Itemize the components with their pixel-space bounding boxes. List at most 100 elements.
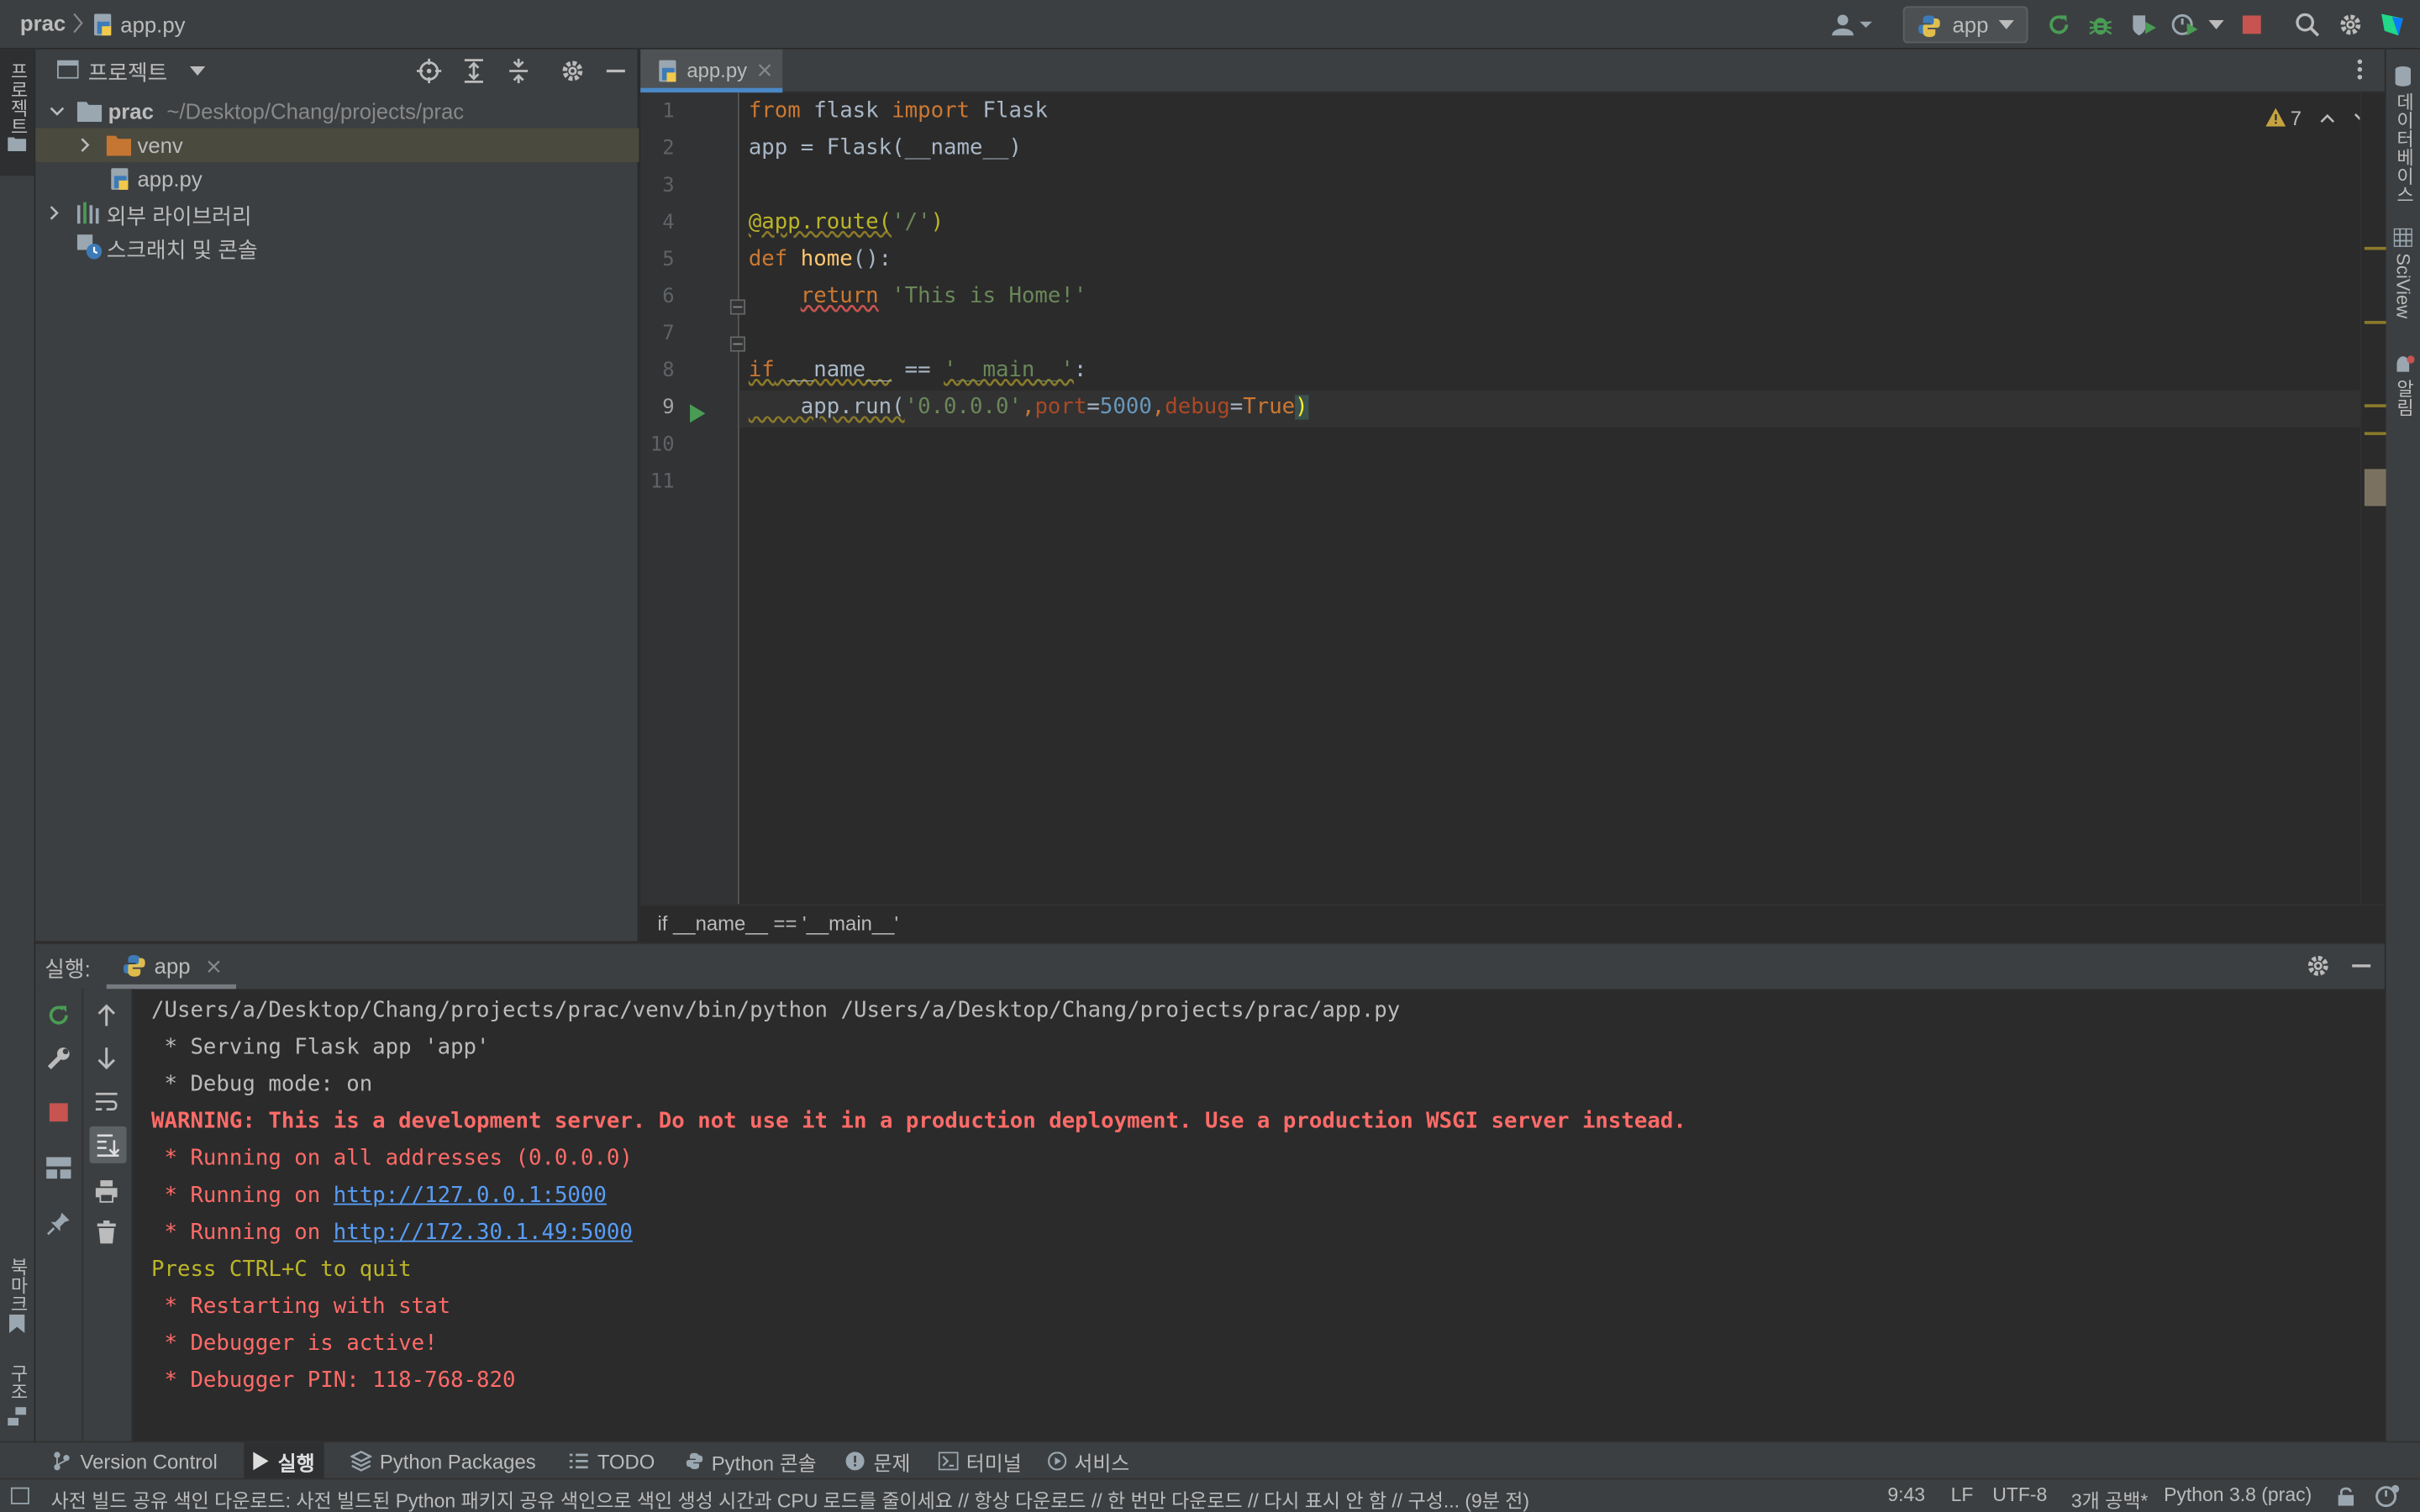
edit-config-wrench-icon[interactable] <box>46 1046 71 1070</box>
stop-icon[interactable] <box>2236 9 2267 40</box>
more-run-options-chevron-icon[interactable] <box>2204 9 2228 40</box>
debug-icon[interactable] <box>2085 9 2116 40</box>
warning-marker[interactable] <box>2364 432 2386 435</box>
toolbox-logo-icon[interactable] <box>2377 9 2408 40</box>
caret-position[interactable]: 9:43 <box>1887 1484 1925 1506</box>
clear-trash-icon[interactable] <box>96 1220 118 1245</box>
breadcrumb-chevron-icon <box>72 13 85 34</box>
console-warning-line: WARNING: This is a development server. D… <box>151 1109 1686 1135</box>
indent-setting[interactable]: 3개 공백* <box>2071 1484 2148 1512</box>
view-mode-chevron-icon[interactable] <box>189 66 206 76</box>
status-bar: 사전 빌드 공유 색인 다운로드: 사전 빌드된 Python 패키지 공유 색… <box>0 1478 2420 1512</box>
down-arrow-icon[interactable] <box>96 1046 118 1070</box>
services-play-icon <box>1048 1452 1067 1471</box>
structure-tab-button[interactable]: 구조 <box>0 1357 34 1435</box>
console-output[interactable]: /Users/a/Desktop/Chang/projects/prac/ven… <box>133 989 2385 1442</box>
stop-icon[interactable] <box>49 1103 68 1122</box>
coverage-icon[interactable] <box>2128 9 2160 40</box>
rerun-icon[interactable] <box>46 1003 71 1027</box>
run-panel-settings-gear-icon[interactable] <box>2306 953 2330 978</box>
close-run-tab-icon[interactable] <box>207 959 221 974</box>
inspection-widget[interactable]: 7 <box>2265 103 2369 131</box>
database-tab-button[interactable]: 데이터베이스 <box>2386 59 2420 213</box>
warning-marker[interactable] <box>2364 404 2386 407</box>
expand-all-icon[interactable] <box>461 59 486 83</box>
expanded-chevron-icon[interactable] <box>50 107 65 118</box>
database-tab-label: 데이터베이스 <box>2393 92 2416 204</box>
profile-icon[interactable] <box>2170 9 2201 40</box>
breadcrumb-file[interactable]: app.py <box>120 13 185 37</box>
editor-tab-label: app.py <box>687 58 748 82</box>
warning-marker[interactable] <box>2364 321 2386 324</box>
project-panel-title[interactable]: 프로젝트 <box>88 57 168 88</box>
pin-icon[interactable] <box>46 1211 71 1236</box>
memory-indicator-icon[interactable] <box>2375 1484 2400 1508</box>
tree-item-project-root[interactable]: prac ~/Desktop/Chang/projects/prac <box>35 94 639 128</box>
sciview-tab-button[interactable]: SciView <box>2386 225 2420 333</box>
collapsed-chevron-icon[interactable] <box>81 137 92 152</box>
search-icon[interactable] <box>2292 9 2323 40</box>
tool-window-problems[interactable]: 문제 <box>845 1442 911 1479</box>
file-encoding[interactable]: UTF-8 <box>1992 1484 2047 1506</box>
previous-highlight-icon[interactable] <box>2320 112 2335 123</box>
tool-window-python-packages[interactable]: Python Packages <box>350 1442 536 1479</box>
code-line-8: if __name__ == '__main__': <box>748 358 1087 383</box>
locate-file-icon[interactable] <box>416 58 442 84</box>
panel-options-gear-icon[interactable] <box>560 59 585 83</box>
editor-tab-app-py[interactable]: app.py <box>640 49 783 93</box>
notifications-tab-button[interactable]: 알림 <box>2386 352 2420 429</box>
collapsed-chevron-icon[interactable] <box>50 205 60 220</box>
tree-item-label: 외부 라이브러리 <box>106 203 252 228</box>
tool-window-todo[interactable]: TODO <box>569 1442 655 1479</box>
rerun-icon[interactable] <box>2044 9 2075 40</box>
local-url-link[interactable]: http://127.0.0.1:5000 <box>334 1184 607 1208</box>
scroll-thumb[interactable] <box>2364 469 2386 507</box>
lock-icon[interactable] <box>2337 1486 2355 1506</box>
project-tab-button[interactable]: 프로젝트 <box>0 49 34 176</box>
line-separator[interactable]: LF <box>1951 1484 1974 1506</box>
python-interpreter[interactable]: Python 3.8 (prac) <box>2164 1484 2312 1506</box>
tool-window-version-control[interactable]: Version Control <box>52 1442 218 1479</box>
warnings-count: 7 <box>2290 105 2302 129</box>
console-line: /Users/a/Desktop/Chang/projects/prac/ven… <box>151 998 1401 1023</box>
toggle-tool-windows-icon[interactable] <box>10 1487 29 1504</box>
tree-item-app-py[interactable]: app.py <box>35 162 639 196</box>
layout-icon[interactable] <box>46 1157 71 1179</box>
account-icon[interactable] <box>1830 9 1873 40</box>
tool-windows-bar: Version Control 실행 Python Packages TODO … <box>0 1441 2420 1480</box>
run-config-name: app <box>1952 12 1989 38</box>
settings-gear-icon[interactable] <box>2335 9 2366 40</box>
warning-marker[interactable] <box>2364 246 2386 250</box>
bookmarks-tab-button[interactable]: 북마크 <box>0 1245 34 1337</box>
tool-window-terminal[interactable]: 터미널 <box>938 1442 1022 1479</box>
scroll-to-end-icon <box>96 1132 120 1158</box>
code-breadcrumb[interactable]: if __name__ == '__main__' <box>640 904 2385 942</box>
soft-wrap-icon[interactable] <box>94 1091 118 1113</box>
breadcrumb-project[interactable]: prac <box>20 11 66 35</box>
status-message[interactable]: 사전 빌드 공유 색인 다운로드: 사전 빌드된 Python 패키지 공유 색… <box>51 1484 1529 1512</box>
tool-window-python-console[interactable]: Python 콘솔 <box>686 1442 817 1479</box>
code-line-9: app.run('0.0.0.0',port=5000,debug=True) <box>748 395 1308 420</box>
hide-panel-icon[interactable] <box>605 59 627 83</box>
tool-window-run[interactable]: 실행 <box>244 1442 324 1480</box>
editor-tab-bar: app.py <box>640 49 2385 93</box>
code-area[interactable]: from flask import Flask app = Flask(__na… <box>640 92 2360 904</box>
tree-item-scratches[interactable]: 스크래치 및 콘솔 <box>35 230 639 264</box>
network-url-link[interactable]: http://172.30.1.49:5000 <box>334 1221 633 1245</box>
up-arrow-icon[interactable] <box>96 1003 118 1027</box>
print-icon[interactable] <box>94 1179 118 1203</box>
database-icon <box>2394 65 2412 87</box>
collapse-all-icon[interactable] <box>506 58 530 84</box>
run-tab-app[interactable]: app <box>106 944 237 990</box>
project-panel-header: 프로젝트 <box>35 50 639 92</box>
tree-item-external-libraries[interactable]: 외부 라이브러리 <box>35 196 639 229</box>
error-stripe-scrollbar[interactable] <box>2360 92 2386 905</box>
hide-run-panel-icon[interactable] <box>2350 953 2372 978</box>
scratches-icon <box>76 234 103 260</box>
scroll-to-end-toggle[interactable] <box>89 1126 127 1163</box>
close-tab-icon[interactable] <box>758 63 772 77</box>
tab-actions-more-icon[interactable] <box>2357 59 2363 81</box>
tree-item-venv[interactable]: venv <box>35 128 639 162</box>
run-config-selector[interactable]: app <box>1902 6 2028 44</box>
tool-window-services[interactable]: 서비스 <box>1048 1442 1129 1479</box>
